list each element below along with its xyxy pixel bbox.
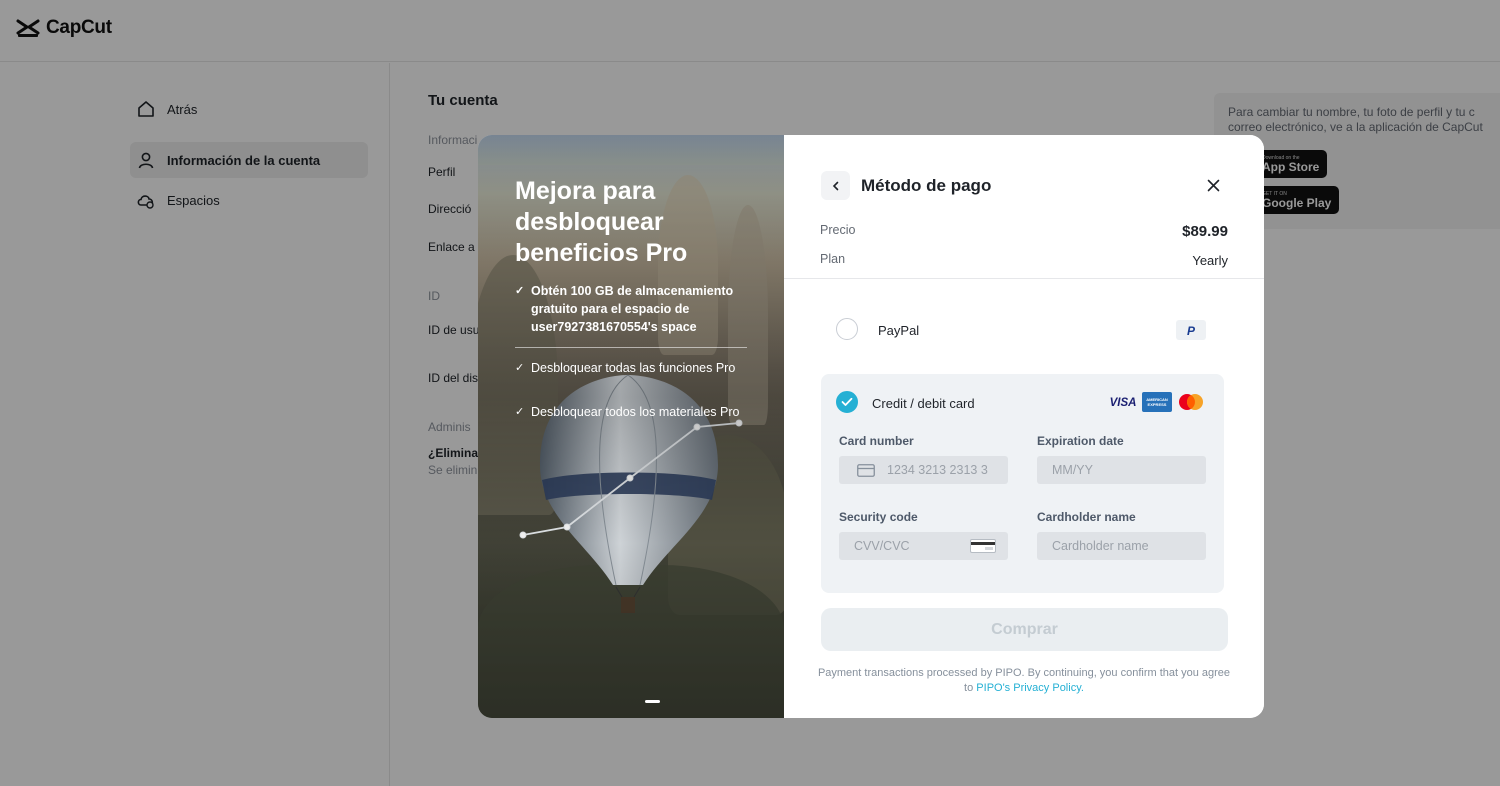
card-number-wrapper [839, 456, 1008, 484]
promo-divider [515, 347, 747, 348]
benefit-item: ✓ Obtén 100 GB de almacenamiento gratuit… [515, 282, 755, 336]
security-code-label: Security code [839, 510, 918, 524]
card-number-label: Card number [839, 434, 914, 448]
price-value: $89.99 [1182, 223, 1228, 240]
plan-value: Yearly [1192, 253, 1228, 268]
card-radio[interactable] [836, 391, 858, 413]
paypal-icon: P [1176, 320, 1206, 340]
price-label: Precio [820, 223, 856, 237]
amex-icon: AMERICAN EXPRESS [1142, 392, 1172, 412]
buy-button[interactable]: Comprar [821, 608, 1228, 651]
paypal-option[interactable]: PayPal P [821, 311, 1224, 347]
payment-panel: Método de pago Precio $89.99 Plan Yearly… [784, 135, 1264, 718]
promo-panel: Mejora para desbloquear beneficios Pro ✓… [478, 135, 784, 718]
promo-title: Mejora para desbloquear beneficios Pro [515, 177, 688, 267]
mastercard-icon [1179, 394, 1203, 410]
chevron-left-icon [832, 181, 838, 190]
plan-label: Plan [820, 252, 846, 266]
visa-icon: VISA [1110, 397, 1137, 409]
visa-text: VISA [1110, 397, 1137, 409]
benefit-text: Desbloquear todas las funciones Pro [531, 361, 736, 375]
benefit-text: Desbloquear todos los materiales Pro [531, 405, 740, 419]
divider [784, 278, 1264, 279]
paypal-radio[interactable] [836, 318, 858, 340]
card-option[interactable]: Credit / debit card VISA AMERICAN EXPRES… [821, 374, 1224, 593]
close-icon [1207, 179, 1219, 191]
cvv-card-icon [970, 539, 996, 553]
footer-period: . [1080, 682, 1084, 694]
svg-text:P: P [1187, 324, 1196, 338]
card-label: Credit / debit card [872, 396, 975, 411]
paypal-label: PayPal [878, 323, 920, 338]
payment-title: Método de pago [861, 176, 992, 195]
back-button[interactable] [821, 171, 850, 200]
credit-card-icon [857, 464, 875, 477]
checkmark-icon: ✓ [515, 285, 525, 297]
benefit-text: Obtén 100 GB de almacenamiento gratuito … [531, 284, 734, 334]
footer-text: Payment transactions processed by PIPO. … [814, 666, 1234, 696]
upgrade-modal: Mejora para desbloquear beneficios Pro ✓… [478, 135, 1264, 718]
close-button[interactable] [1204, 176, 1222, 194]
cardholder-input[interactable] [1037, 532, 1206, 560]
benefit-item: ✓ Desbloquear todos los materiales Pro [515, 403, 755, 421]
security-code-wrapper [839, 532, 1008, 560]
svg-text:EXPRESS: EXPRESS [1148, 402, 1167, 407]
expiration-label: Expiration date [1037, 434, 1124, 448]
expiration-input[interactable] [1037, 456, 1206, 484]
cardholder-label: Cardholder name [1037, 510, 1136, 524]
privacy-policy-link[interactable]: PIPO's Privacy Policy [976, 682, 1081, 694]
checkmark-icon: ✓ [515, 362, 525, 374]
benefit-item: ✓ Desbloquear todas las funciones Pro [515, 359, 755, 377]
checkmark-icon [841, 397, 853, 406]
carousel-indicator[interactable] [645, 700, 660, 703]
checkmark-icon: ✓ [515, 406, 525, 418]
